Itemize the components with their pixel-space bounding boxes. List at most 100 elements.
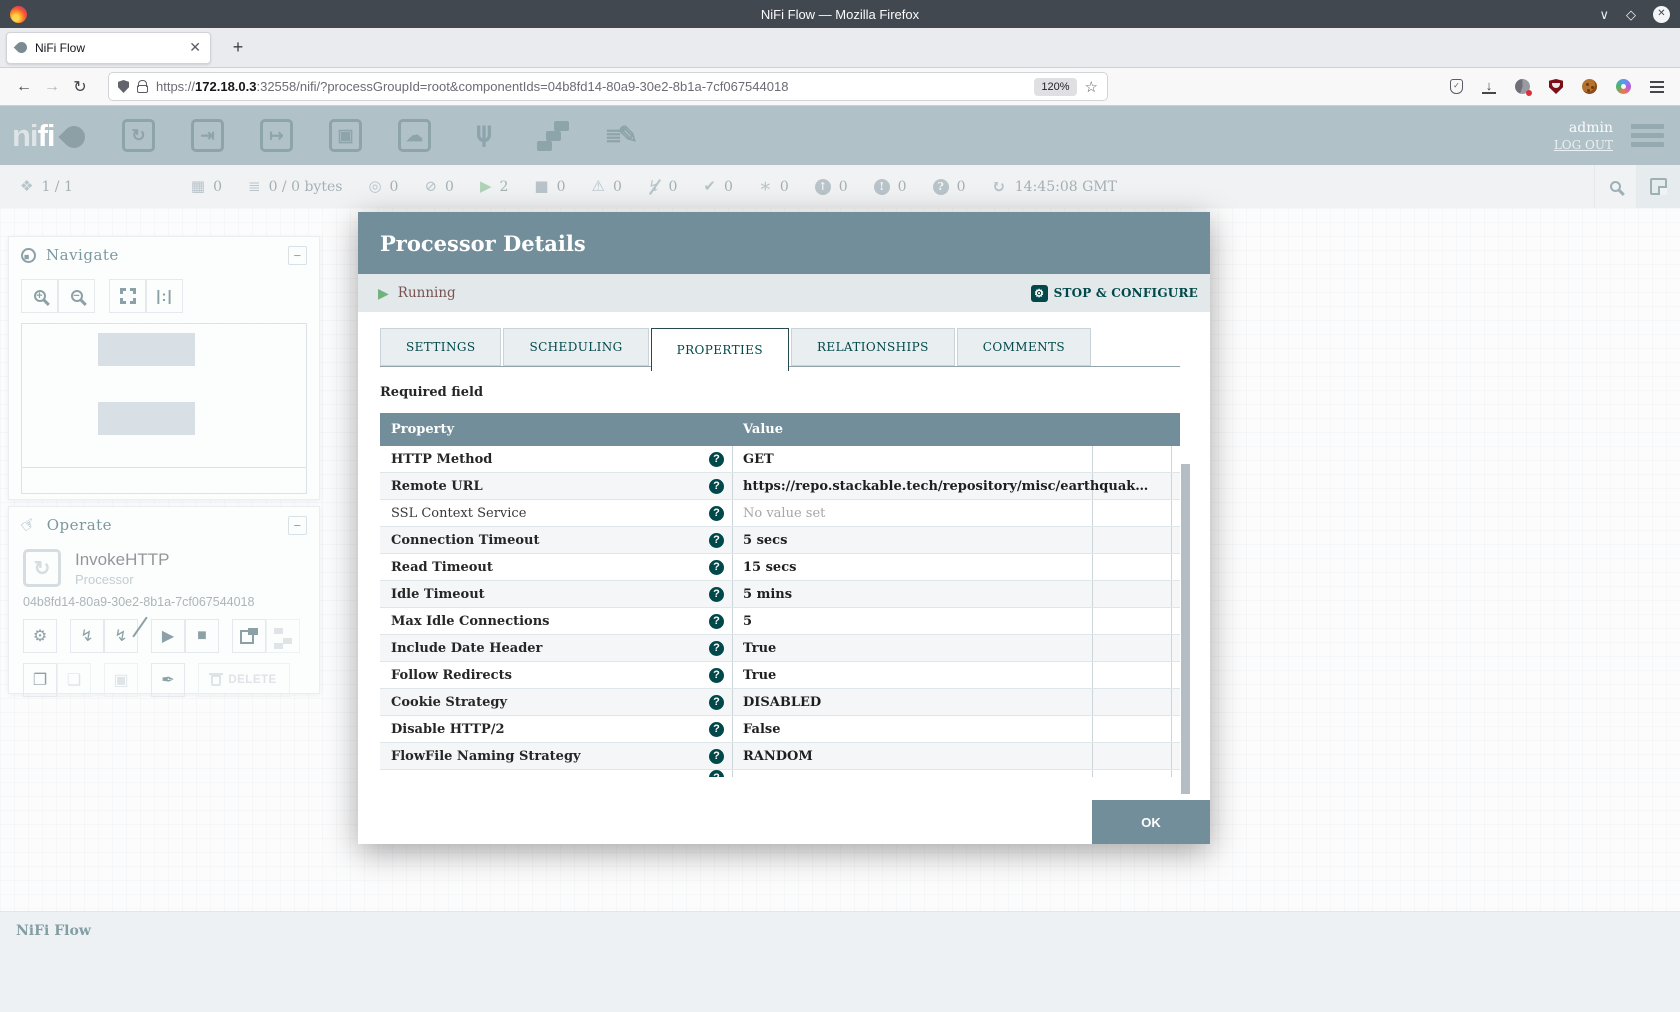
property-name: Follow Redirects [391,668,512,683]
property-value[interactable]: True [733,635,1093,661]
dialog-tab[interactable]: SETTINGS [380,328,501,366]
nifi-app: nifi ↻ ⇥ ↦ ▣ ☁ ⋔ ≣✎ admin LOG OUT [0,106,1680,1012]
help-icon[interactable]: ? [709,587,724,602]
property-row[interactable]: Include Date Header ? True [380,635,1180,662]
extension-icon[interactable] [1515,79,1530,94]
property-value[interactable]: DISABLED [733,689,1093,715]
downloads-icon[interactable]: ↓ [1482,80,1496,94]
help-icon[interactable]: ? [709,749,724,764]
nifi-favicon-icon [14,40,30,56]
help-icon[interactable]: ? [709,452,724,467]
property-value[interactable]: 5 [733,608,1093,634]
help-icon[interactable]: ? [709,533,724,548]
cookie-extension-icon[interactable] [1582,79,1597,94]
reload-icon[interactable]: ↻ [66,77,94,97]
property-row[interactable]: SSL Context Service ? No value set [380,500,1180,527]
browser-tabstrip: NiFi Flow ✕ + [0,28,1680,68]
row-extra-cell [1093,527,1172,553]
url-text[interactable]: https://172.18.0.3:32558/nifi/?processGr… [156,79,1026,94]
property-name: Cookie Strategy [391,695,507,710]
property-row[interactable]: Max Idle Connections ? 5 [380,608,1180,635]
property-row[interactable]: Cookie Strategy ? DISABLED [380,689,1180,716]
maximize-icon[interactable]: ◇ [1626,8,1636,21]
help-icon[interactable]: ? [709,479,724,494]
property-name: HTTP Method [391,452,492,467]
row-extra-cell [1093,554,1172,580]
page-zoom-badge[interactable]: 120% [1034,78,1076,96]
property-name: Disable HTTP/2 [391,722,505,737]
dialog-tab[interactable]: PROPERTIES [651,328,789,371]
property-name: Include Date Header [391,641,542,656]
dialog-tab[interactable]: RELATIONSHIPS [791,328,955,366]
value-column-header: Value [733,422,1093,437]
close-window-icon[interactable]: ✕ [1653,6,1670,23]
property-value[interactable]: GET [733,446,1093,472]
property-value[interactable]: 5 mins [733,581,1093,607]
url-bar[interactable]: https://172.18.0.3:32558/nifi/?processGr… [108,72,1108,101]
help-icon[interactable]: ? [709,668,724,683]
password-manager-extension-icon[interactable] [1450,79,1463,94]
property-value[interactable]: No value set [733,500,1093,526]
browser-tab[interactable]: NiFi Flow ✕ [6,32,211,64]
minimize-icon[interactable]: ∨ [1599,8,1609,21]
clipped-property-row: ? [380,770,1180,777]
property-name: FlowFile Naming Strategy [391,749,581,764]
property-row[interactable]: Read Timeout ? 15 secs [380,554,1180,581]
help-icon[interactable]: ? [709,614,724,629]
property-value[interactable]: True [733,662,1093,688]
property-row[interactable]: Idle Timeout ? 5 mins [380,581,1180,608]
new-tab-button[interactable]: + [225,37,251,58]
property-row[interactable]: Follow Redirects ? True [380,662,1180,689]
row-extra-cell [1093,500,1172,526]
property-name: Idle Timeout [391,587,485,602]
property-name: Read Timeout [391,560,493,575]
property-value[interactable]: 5 secs [733,527,1093,553]
container-extension-icon[interactable] [1616,79,1631,94]
help-icon[interactable]: ? [709,722,724,737]
tracking-protection-icon[interactable] [118,80,129,93]
property-row[interactable]: Remote URL ? https://repo.stackable.tech… [380,473,1180,500]
row-extra-cell [1093,581,1172,607]
help-icon[interactable]: ? [709,641,724,656]
window-titlebar: NiFi Flow — Mozilla Firefox ∨ ◇ ✕ [0,0,1680,28]
property-row[interactable]: Disable HTTP/2 ? False [380,716,1180,743]
forward-icon[interactable]: → [38,78,66,96]
property-value[interactable]: https://repo.stackable.tech/repository/m… [733,473,1093,499]
browser-menu-icon[interactable] [1650,81,1664,93]
property-row[interactable]: Connection Timeout ? 5 secs [380,527,1180,554]
properties-table: Property Value HTTP Method ? [380,413,1180,777]
tab-close-icon[interactable]: ✕ [189,39,201,56]
required-field-note: Required field [380,385,1180,400]
ublock-extension-icon[interactable] [1549,79,1563,94]
bookmark-star-icon[interactable]: ☆ [1085,78,1098,96]
property-name: Connection Timeout [391,533,539,548]
property-value[interactable]: False [733,716,1093,742]
dialog-tab[interactable]: COMMENTS [957,328,1091,366]
dialog-tab[interactable]: SCHEDULING [503,328,648,366]
row-extra-cell [1093,743,1172,769]
help-icon[interactable]: ? [709,506,724,521]
property-column-header: Property [380,422,733,437]
ok-button[interactable]: OK [1092,800,1210,844]
property-value[interactable]: 15 secs [733,554,1093,580]
row-extra-cell [1093,662,1172,688]
back-icon[interactable]: ← [10,78,38,96]
browser-navbar: ← → ↻ https://172.18.0.3:32558/nifi/?pro… [0,68,1680,106]
property-row[interactable]: FlowFile Naming Strategy ? RANDOM [380,743,1180,770]
stop-configure-gear-icon: ⚙ [1031,285,1048,302]
property-name: SSL Context Service [391,506,526,521]
property-row[interactable]: HTTP Method ? GET [380,446,1180,473]
table-header: Property Value [380,413,1180,446]
table-scrollbar[interactable] [1181,464,1190,794]
property-value[interactable]: RANDOM [733,743,1093,769]
row-extra-cell [1093,473,1172,499]
help-icon[interactable]: ? [709,560,724,575]
row-extra-cell [1093,635,1172,661]
running-state-icon: ▶ [378,285,389,302]
property-name: Remote URL [391,479,483,494]
help-icon[interactable]: ? [709,695,724,710]
row-extra-cell [1093,446,1172,472]
stop-and-configure-button[interactable]: ⚙ STOP & CONFIGURE [1031,285,1198,302]
property-name: Max Idle Connections [391,614,550,629]
lock-icon[interactable] [137,85,148,93]
